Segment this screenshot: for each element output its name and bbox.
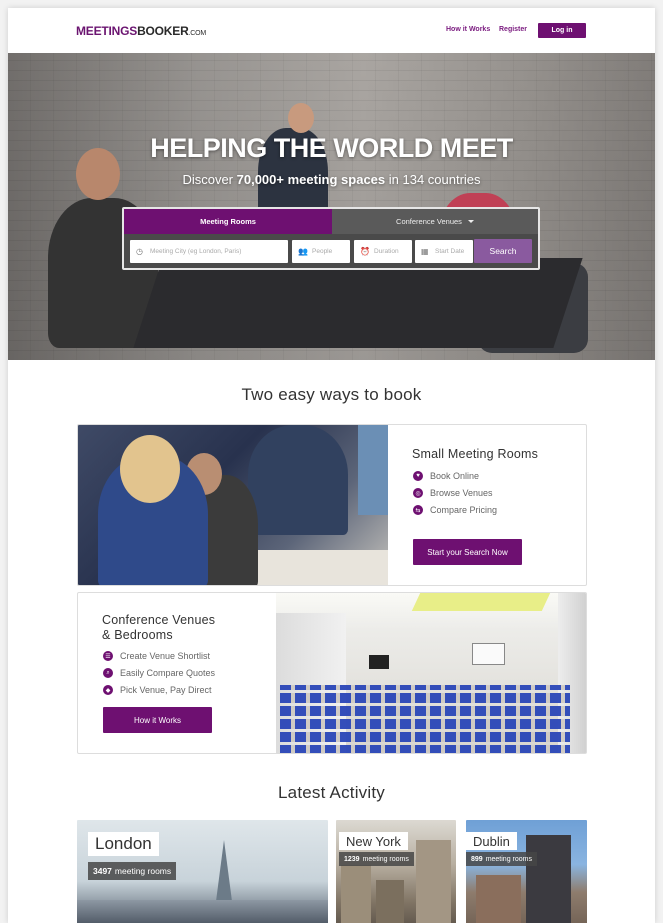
hero-subtitle-bold: 70,000+ meeting spaces xyxy=(236,172,386,187)
search-panel: Meeting Rooms Conference Venues ◷ Meetin… xyxy=(122,207,540,270)
tab-conference-venues-label: Conference Venues xyxy=(396,217,462,226)
small-meeting-rooms-title: Small Meeting Rooms xyxy=(412,447,539,461)
people-input-placeholder: People xyxy=(312,248,333,255)
conference-title-line1: Conference Venues xyxy=(102,613,216,627)
feature-label: Easily Compare Quotes xyxy=(120,668,216,678)
search-button[interactable]: Search xyxy=(474,239,532,263)
tag-icon: ◆ xyxy=(103,685,113,695)
duration-input-placeholder: Duration xyxy=(374,248,399,255)
people-input[interactable]: 👥 People xyxy=(292,240,350,263)
start-date-input[interactable]: ▦ Start Date xyxy=(415,240,473,263)
hero-banner: HELPING THE WORLD MEET Discover 70,000+ … xyxy=(8,53,655,360)
feature-item: ⌕ Easily Compare Quotes xyxy=(103,668,215,678)
city-count-suffix: meeting rooms xyxy=(362,855,409,863)
city-name: London xyxy=(88,832,159,856)
hero-subtitle: Discover 70,000+ meeting spaces in 134 c… xyxy=(8,172,655,187)
calendar-icon: ▦ xyxy=(421,246,429,256)
city-count-suffix: meeting rooms xyxy=(485,855,532,863)
how-it-works-button[interactable]: How it Works xyxy=(103,707,212,733)
people-icon: 👥 xyxy=(298,246,308,256)
city-count-number: 1239 xyxy=(344,855,360,863)
city-input-placeholder: Meeting City (eg London, Paris) xyxy=(150,248,242,255)
city-count: 899 meeting rooms xyxy=(466,852,537,866)
tab-conference-venues[interactable]: Conference Venues xyxy=(332,209,538,234)
clock-icon: ◷ xyxy=(136,246,143,256)
conference-venues-card: Conference Venues & Bedrooms ☰ Create Ve… xyxy=(77,592,587,754)
feature-label: Pick Venue, Pay Direct xyxy=(120,685,212,695)
city-input[interactable]: ◷ Meeting City (eg London, Paris) xyxy=(130,240,288,263)
start-search-button[interactable]: Start your Search Now xyxy=(413,539,522,565)
header: MEETINGSBOOKER.COM How it Works Register… xyxy=(8,8,655,53)
feature-item: ♥ Book Online xyxy=(413,471,479,481)
compare-icon: ⇆ xyxy=(413,505,423,515)
city-card-new-york[interactable]: New York 1239 meeting rooms xyxy=(336,820,456,923)
feature-label: Create Venue Shortlist xyxy=(120,651,211,661)
tab-meeting-rooms[interactable]: Meeting Rooms xyxy=(124,209,332,234)
logo-suffix: .COM xyxy=(188,30,207,37)
feature-item: ☰ Create Venue Shortlist xyxy=(103,651,210,661)
city-card-london[interactable]: London 3497 meeting rooms xyxy=(77,820,328,923)
city-count-number: 3497 xyxy=(93,866,112,876)
nav-register[interactable]: Register xyxy=(499,26,527,33)
feature-label: Compare Pricing xyxy=(430,505,498,515)
conference-title-line2: & Bedrooms xyxy=(102,628,173,642)
city-count-number: 899 xyxy=(471,855,483,863)
globe-icon: ◎ xyxy=(413,488,423,498)
hero-title: HELPING THE WORLD MEET xyxy=(150,133,513,163)
city-name: New York xyxy=(339,832,408,850)
heart-icon: ♥ xyxy=(413,471,423,481)
hero-subtitle-suffix: in 134 countries xyxy=(385,172,481,187)
nav-how-it-works[interactable]: How it Works xyxy=(446,26,490,33)
list-icon: ☰ xyxy=(103,651,113,661)
small-meeting-rooms-card: Small Meeting Rooms ♥ Book Online ◎ Brow… xyxy=(77,424,587,586)
alarm-clock-icon: ⏰ xyxy=(360,246,370,256)
login-button[interactable]: Log in xyxy=(538,23,586,38)
city-count: 3497 meeting rooms xyxy=(88,862,177,880)
feature-label: Book Online xyxy=(430,471,480,481)
logo-part2: BOOKER xyxy=(137,24,189,38)
section-title-activity: Latest Activity xyxy=(278,783,385,802)
page: MEETINGSBOOKER.COM How it Works Register… xyxy=(8,8,655,923)
city-name: Dublin xyxy=(466,832,517,850)
hero-table xyxy=(133,258,583,348)
feature-item: ⇆ Compare Pricing xyxy=(413,505,497,515)
logo-part1: MEETINGS xyxy=(76,24,138,38)
small-meeting-rooms-image xyxy=(78,425,388,585)
feature-label: Browse Venues xyxy=(430,488,493,498)
duration-input[interactable]: ⏰ Duration xyxy=(354,240,412,263)
search-icon: ⌕ xyxy=(103,668,113,678)
city-count: 1239 meeting rooms xyxy=(339,852,414,866)
section-title-book: Two easy ways to book xyxy=(241,385,422,404)
city-card-dublin[interactable]: Dublin 899 meeting rooms xyxy=(466,820,587,923)
city-count-suffix: meeting rooms xyxy=(114,866,172,876)
chevron-down-icon xyxy=(467,220,474,223)
hero-subtitle-prefix: Discover xyxy=(182,172,237,187)
logo[interactable]: MEETINGSBOOKER.COM xyxy=(76,24,206,38)
conference-venue-image xyxy=(276,593,586,753)
hero-person-head xyxy=(288,103,314,133)
start-date-input-placeholder: Start Date xyxy=(435,248,465,255)
feature-item: ◆ Pick Venue, Pay Direct xyxy=(103,685,212,695)
conference-venues-title: Conference Venues & Bedrooms xyxy=(102,613,215,643)
feature-item: ◎ Browse Venues xyxy=(413,488,493,498)
